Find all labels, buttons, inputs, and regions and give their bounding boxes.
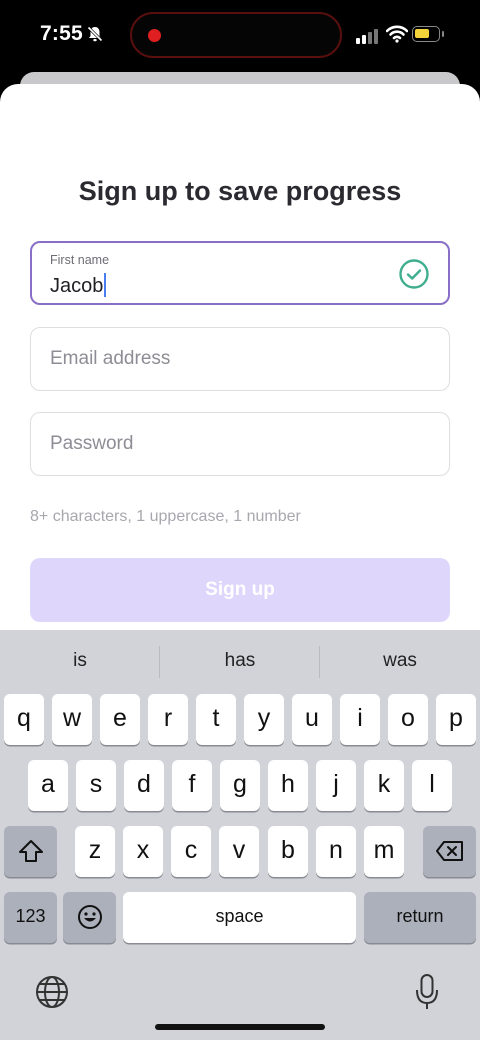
password-placeholder: Password: [50, 433, 134, 454]
first-name-label: First name: [50, 253, 110, 267]
email-placeholder: Email address: [50, 348, 171, 369]
key-o[interactable]: o: [388, 694, 428, 745]
key-h[interactable]: h: [268, 760, 308, 811]
shift-arrow-icon: [18, 840, 43, 862]
key-f[interactable]: f: [172, 760, 212, 811]
suggestion-1[interactable]: is: [0, 650, 160, 672]
microphone-icon[interactable]: [414, 973, 440, 1016]
key-y[interactable]: y: [244, 694, 284, 745]
sign-up-button[interactable]: Sign up: [30, 558, 450, 622]
keyboard: is has was q w e r t y u i o p a s d f g…: [0, 630, 480, 1040]
signal-icon: [356, 28, 380, 49]
key-v[interactable]: v: [219, 826, 259, 877]
suggestion-2[interactable]: has: [160, 650, 320, 672]
key-x[interactable]: x: [123, 826, 163, 877]
key-l[interactable]: l: [412, 760, 452, 811]
key-s[interactable]: s: [76, 760, 116, 811]
battery-icon: [412, 26, 440, 42]
status-time: 7:55: [40, 22, 83, 45]
dynamic-island: [130, 12, 342, 58]
key-q[interactable]: q: [4, 694, 44, 745]
suggestion-3[interactable]: was: [320, 650, 480, 672]
bell-slash-icon: [86, 25, 104, 48]
emoji-key[interactable]: [63, 892, 116, 943]
status-bar: 7:55: [0, 0, 480, 72]
checkmark-circle-icon: [398, 258, 430, 295]
backspace-key[interactable]: [423, 826, 476, 877]
first-name-value: Jacob: [50, 275, 104, 297]
key-b[interactable]: b: [268, 826, 308, 877]
numbers-key[interactable]: 123: [4, 892, 57, 943]
shift-key[interactable]: [4, 826, 57, 877]
key-d[interactable]: d: [124, 760, 164, 811]
key-z[interactable]: z: [75, 826, 115, 877]
backspace-icon: [435, 841, 463, 861]
key-u[interactable]: u: [292, 694, 332, 745]
text-caret: [104, 273, 107, 297]
password-hint: 8+ characters, 1 uppercase, 1 number: [30, 508, 301, 525]
wifi-icon: [385, 25, 409, 48]
key-m[interactable]: m: [364, 826, 404, 877]
key-c[interactable]: c: [171, 826, 211, 877]
key-j[interactable]: j: [316, 760, 356, 811]
key-g[interactable]: g: [220, 760, 260, 811]
key-n[interactable]: n: [316, 826, 356, 877]
key-k[interactable]: k: [364, 760, 404, 811]
key-e[interactable]: e: [100, 694, 140, 745]
key-a[interactable]: a: [28, 760, 68, 811]
home-indicator[interactable]: [155, 1024, 325, 1030]
key-w[interactable]: w: [52, 694, 92, 745]
emoji-smiley-icon: [77, 905, 102, 929]
key-t[interactable]: t: [196, 694, 236, 745]
key-r[interactable]: r: [148, 694, 188, 745]
first-name-field[interactable]: First name Jacob: [30, 241, 450, 305]
space-key[interactable]: space: [123, 892, 356, 943]
key-p[interactable]: p: [436, 694, 476, 745]
key-i[interactable]: i: [340, 694, 380, 745]
globe-icon[interactable]: [35, 975, 69, 1014]
return-key[interactable]: return: [364, 892, 476, 943]
email-field[interactable]: Email address: [30, 327, 450, 391]
password-field[interactable]: Password: [30, 412, 450, 476]
recording-dot-icon: [148, 29, 161, 42]
page-title: Sign up to save progress: [78, 176, 402, 206]
